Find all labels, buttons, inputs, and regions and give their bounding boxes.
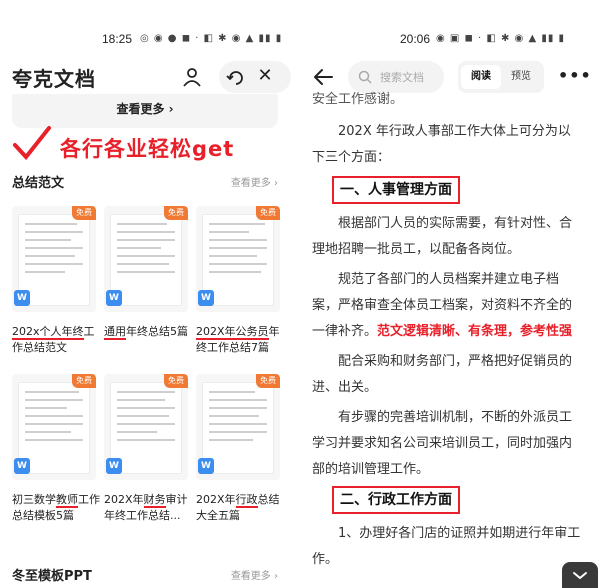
close-icon[interactable]: ✕ xyxy=(255,66,275,86)
search-icon xyxy=(358,70,372,84)
paragraph: 202X 年行政人事部工作大体上可分为以 xyxy=(338,124,571,139)
word-icon: W xyxy=(14,290,30,306)
free-badge: 免费 xyxy=(164,206,188,220)
paragraph: 安全工作感谢。 xyxy=(312,92,404,107)
highlight-note: 范文逻辑清晰、有条理，参考性强 xyxy=(377,324,573,339)
collapse-button[interactable] xyxy=(562,562,598,588)
doc-thumbnail: 免费 W xyxy=(12,374,96,480)
doc-card-title: 初三数学教师工作总结模板5篇 xyxy=(12,493,100,522)
user-icon[interactable] xyxy=(182,67,202,87)
status-icons: ◎ ◉ ● ◼ · ◧ ✱ ◉ ▲ ▮▮ ▮ xyxy=(140,33,283,44)
paragraph: 规范了各部门的人员档案并建立电子档 xyxy=(338,272,560,287)
status-bar: 18:25 ◎ ◉ ● ◼ · ◧ ✱ ◉ ▲ ▮▮ ▮ xyxy=(0,30,294,48)
status-time: 20:06 xyxy=(400,32,431,46)
paragraph: 部的培训管理工作。 xyxy=(312,462,430,477)
refresh-icon[interactable] xyxy=(225,67,247,87)
paragraph: 一律补齐。范文逻辑清晰、有条理，参考性强 xyxy=(312,324,573,339)
status-icons: ◉ ▣ ◼ · ◧ ✱ ◉ ▲ ▮▮ ▮ xyxy=(436,33,566,44)
doc-thumbnail: 免费 W xyxy=(196,374,280,480)
free-badge: 免费 xyxy=(256,374,280,388)
app-title: 夸克文档 xyxy=(12,67,96,91)
doc-thumbnail: 免费 W xyxy=(196,206,280,312)
free-badge: 免费 xyxy=(72,206,96,220)
paragraph: 配合采购和财务部门，严格把好促销员的 xyxy=(338,354,573,369)
more-menu-icon[interactable]: ••• xyxy=(558,66,592,85)
free-badge: 免费 xyxy=(164,374,188,388)
paragraph: 理地招聘一批员工，以配备各岗位。 xyxy=(312,242,521,257)
section-heading: 二、行政工作方面 xyxy=(332,486,460,514)
doc-thumbnail: 免费 W xyxy=(12,206,96,312)
word-icon: W xyxy=(198,458,214,474)
word-icon: W xyxy=(198,290,214,306)
paragraph: 有步骤的完善培训机制，不断的外派员工 xyxy=(338,410,573,425)
right-screen: 20:06 ◉ ▣ ◼ · ◧ ✱ ◉ ▲ ▮▮ ▮ 搜索文档 阅读 预览 ••… xyxy=(300,0,600,588)
free-badge: 免费 xyxy=(256,206,280,220)
paragraph: 学习并要求知名公司来培训员工，同时加强内 xyxy=(312,436,573,451)
section-heading: 一、人事管理方面 xyxy=(332,176,460,204)
miniapp-capsule: ✕ xyxy=(219,61,291,93)
word-icon: W xyxy=(106,290,122,306)
promo-banner: 各行各业轻松get xyxy=(12,125,292,165)
section-title-ppt: 冬至模板PPT xyxy=(12,569,92,584)
promo-slogan: 各行各业轻松get xyxy=(60,137,235,161)
doc-thumbnail: 免费 W xyxy=(104,206,188,312)
tab-preview[interactable]: 预览 xyxy=(501,65,541,89)
status-time: 18:25 xyxy=(102,32,133,46)
search-placeholder: 搜索文档 xyxy=(380,71,424,84)
back-arrow-icon[interactable] xyxy=(312,66,334,88)
doc-card-title: 202X年财务审计年终工作总结... xyxy=(104,493,188,522)
status-bar: 20:06 ◉ ▣ ◼ · ◧ ✱ ◉ ▲ ▮▮ ▮ xyxy=(300,30,600,48)
paragraph: 下三个方面： xyxy=(312,150,391,165)
paragraph: 1、办理好各门店的证照并如期进行年审工 xyxy=(338,526,581,541)
paragraph: 作。 xyxy=(312,552,339,567)
word-icon: W xyxy=(14,458,30,474)
doc-thumbnail: 免费 W xyxy=(104,374,188,480)
see-more-button[interactable]: 查看更多 › xyxy=(12,94,278,128)
left-screen: 18:25 ◎ ◉ ● ◼ · ◧ ✱ ◉ ▲ ▮▮ ▮ 夸克文档 ✕ 查看更多… xyxy=(0,0,294,588)
paragraph: 根据部门人员的实际需要，有针对性、合 xyxy=(338,216,573,231)
section-title-summary: 总结范文 xyxy=(12,176,65,191)
doc-card-title: 202x个人年终工作总结范文 xyxy=(12,325,95,354)
doc-card-title: 202X年行政总结大全五篇 xyxy=(196,493,280,522)
tab-read[interactable]: 阅读 xyxy=(461,65,501,89)
paragraph: 案，严格审查全体员工档案，对资料不齐全的 xyxy=(312,298,573,313)
free-badge: 免费 xyxy=(72,374,96,388)
section-more-link[interactable]: 查看更多 › xyxy=(231,174,278,189)
word-icon: W xyxy=(106,458,122,474)
paragraph: 进、出关。 xyxy=(312,380,378,395)
doc-card-title: 202X年公务员年终工作总结7篇 xyxy=(196,325,280,354)
section-more-link[interactable]: 查看更多 › xyxy=(231,567,278,582)
checkmark-icon xyxy=(13,126,51,161)
chevron-down-icon xyxy=(573,572,587,580)
doc-card-title: 通用年终总结5篇 xyxy=(104,325,188,340)
